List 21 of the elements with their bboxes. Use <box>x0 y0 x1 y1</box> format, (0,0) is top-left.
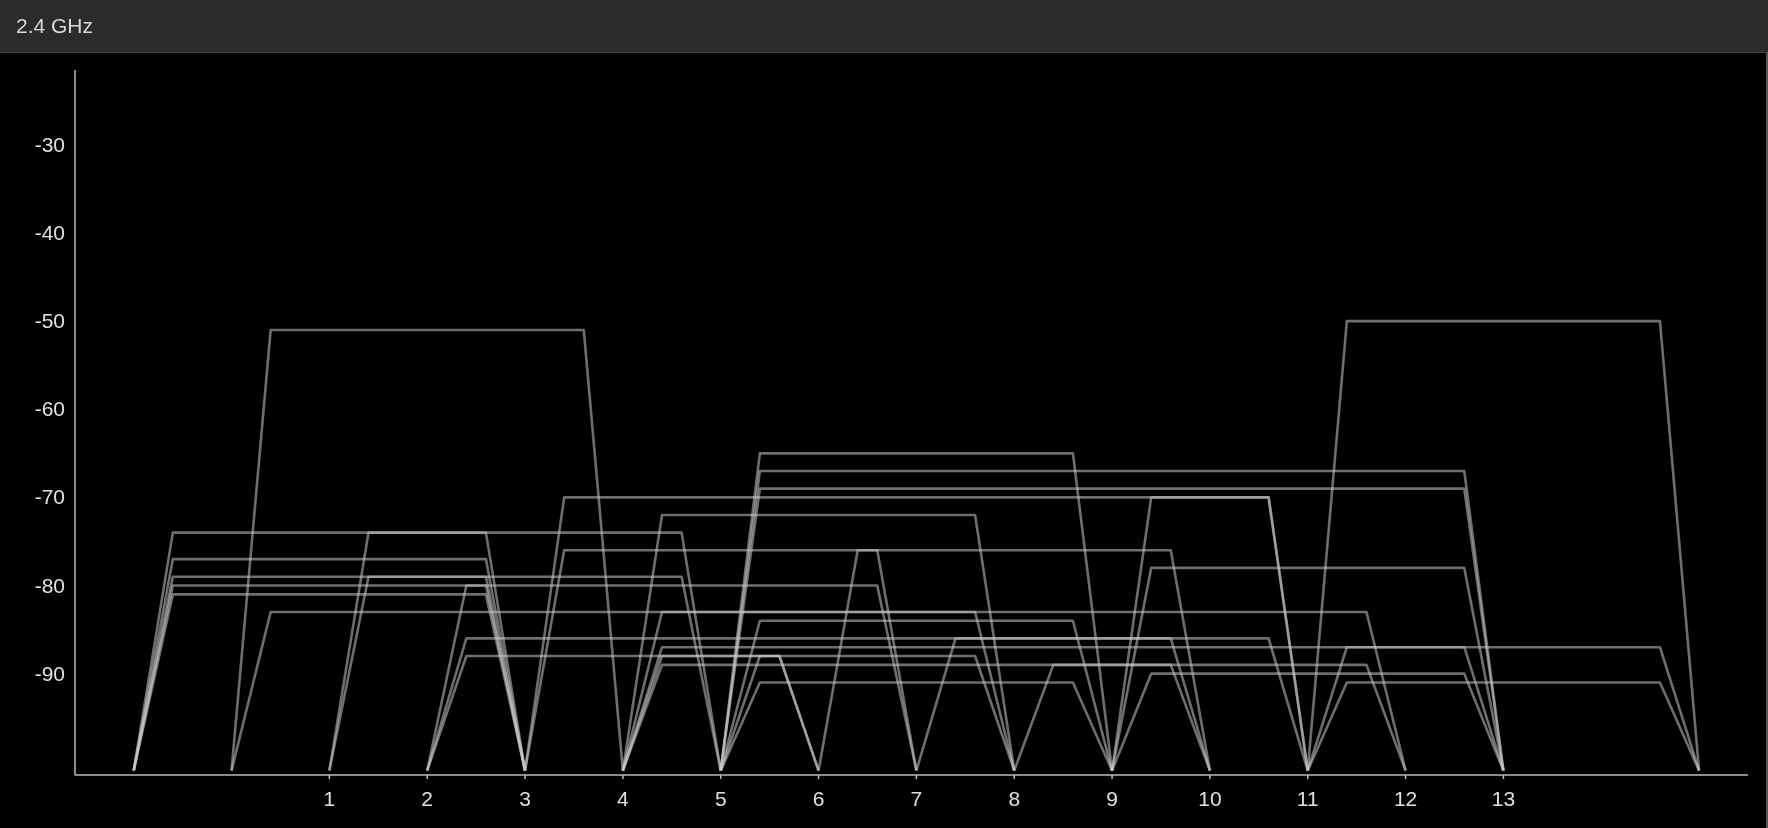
panel-title: 2.4 GHz <box>16 13 94 40</box>
y-tick-label: -40 <box>34 221 65 245</box>
x-tick-label: 11 <box>1296 787 1319 810</box>
x-tick-label: 8 <box>1008 787 1021 810</box>
x-tick-label: 4 <box>617 787 629 810</box>
x-tick-label: 12 <box>1393 787 1418 810</box>
y-tick-label: -60 <box>34 397 65 421</box>
x-tick-label: 10 <box>1198 787 1222 810</box>
x-tick-label: 7 <box>910 787 923 810</box>
x-tick-label: 2 <box>421 787 434 810</box>
y-tick-label: -80 <box>34 573 65 597</box>
y-tick-label: -50 <box>34 309 65 333</box>
x-tick-label: 1 <box>323 787 336 810</box>
x-tick-label: 6 <box>812 787 825 810</box>
x-tick-label: 13 <box>1491 787 1516 810</box>
y-tick-label: -90 <box>34 661 65 685</box>
y-tick-label: -70 <box>34 485 65 509</box>
y-tick-label: -30 <box>34 132 65 156</box>
x-tick-label: 3 <box>519 787 531 810</box>
x-tick-label: 9 <box>1106 787 1118 810</box>
x-tick-label: 5 <box>714 787 727 810</box>
